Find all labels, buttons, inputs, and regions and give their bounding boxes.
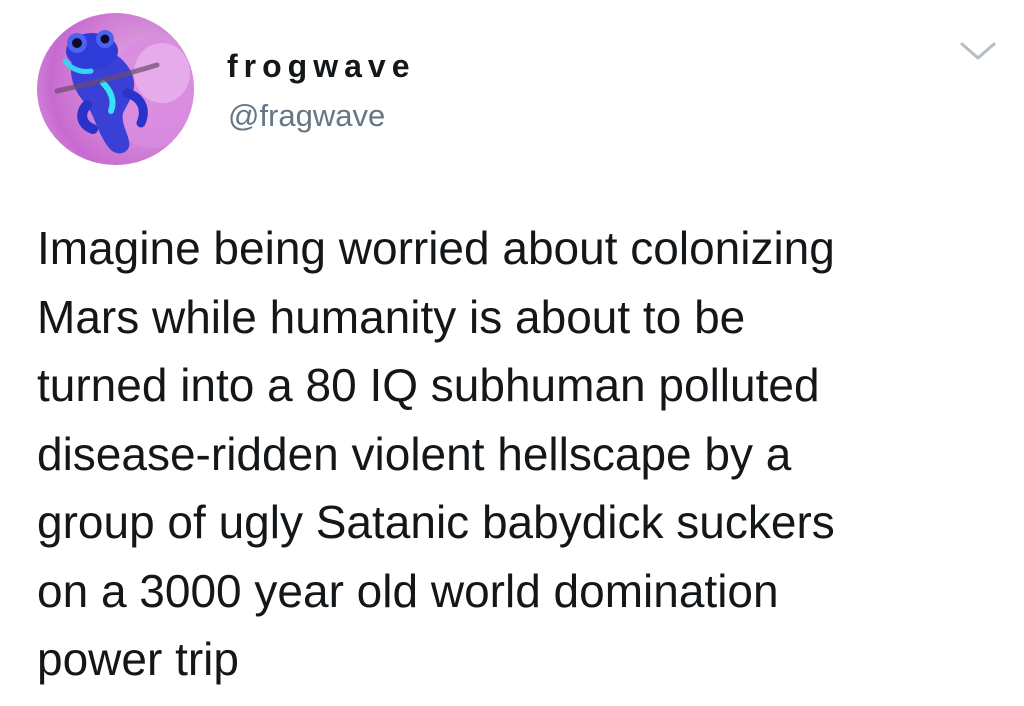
user-handle[interactable]: @fragwave [228,98,385,134]
tweet-card: frogwave @fragwave Imagine being worried… [0,0,1024,706]
tweet-text: Imagine being worried about colonizing M… [37,222,835,685]
display-name[interactable]: frogwave [227,48,415,84]
avatar[interactable] [37,13,194,165]
chevron-down-icon[interactable] [958,38,998,64]
frog-icon [54,30,194,154]
